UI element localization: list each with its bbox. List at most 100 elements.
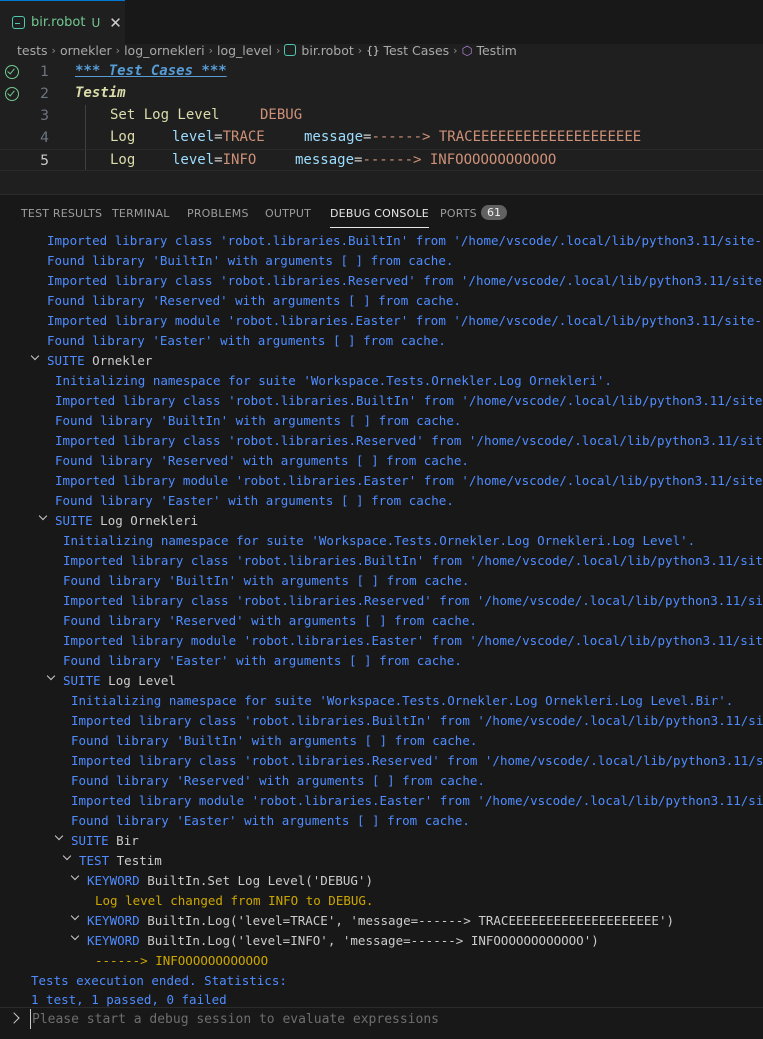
bottom-panel: TEST RESULTS TERMINAL PROBLEMS OUTPUT DE… <box>0 194 763 1039</box>
tab-modified-indicator: U <box>91 15 101 30</box>
named-argument: level=INFO <box>172 152 256 168</box>
breadcrumb-item-log-level[interactable]: log_level <box>217 43 272 58</box>
console-group-test-testim[interactable]: TEST Testim <box>63 851 162 871</box>
code-line-1[interactable]: 1 *** Test Cases *** <box>0 61 763 83</box>
breadcrumb-item-log-ornekleri[interactable]: log_ornekleri <box>124 43 205 58</box>
keyword-call: BuiltIn.Set Log Level('DEBUG') <box>147 873 373 888</box>
console-line: Found library 'BuiltIn' with arguments [… <box>47 253 454 268</box>
chevron-down-icon[interactable] <box>71 913 81 923</box>
test-passed-icon[interactable] <box>5 87 19 101</box>
tab-test-results[interactable]: TEST RESULTS <box>21 207 102 220</box>
console-line-debug: Log level changed from INFO to DEBUG. <box>95 893 374 908</box>
console-line: Imported library class 'robot.libraries.… <box>71 753 763 768</box>
code-editor[interactable]: 1 *** Test Cases *** 2 Testim 3 Set Log … <box>0 61 763 173</box>
chevron-down-icon[interactable] <box>39 513 49 523</box>
tab-filename: bir.robot <box>31 15 86 30</box>
chevron-down-icon[interactable] <box>55 833 65 843</box>
tab-ports[interactable]: PORTS <box>440 207 477 220</box>
console-line: Imported library module 'robot.libraries… <box>55 473 763 488</box>
editor-tab-strip: bir.robot U ✕ <box>0 0 763 44</box>
keyword-label: KEYWORD <box>87 933 140 948</box>
line-number: 2 <box>40 86 49 102</box>
breadcrumb-item-bir-robot[interactable]: bir.robot <box>301 43 353 58</box>
console-line: Imported library module 'robot.libraries… <box>63 633 763 648</box>
arg-name: level <box>172 152 215 168</box>
suite-name: Log Ornekleri <box>100 513 199 528</box>
debug-console-input[interactable] <box>30 1009 754 1029</box>
code-line-2[interactable]: 2 Testim <box>0 83 763 105</box>
breadcrumb-item-tests[interactable]: tests <box>17 43 48 58</box>
console-line-info: ------> INFOOOOOOOOOOOO <box>95 953 269 968</box>
console-group-keyword[interactable]: KEYWORD BuiltIn.Log('level=INFO', 'messa… <box>71 931 599 951</box>
suite-label: SUITE <box>63 673 101 688</box>
test-passed-icon[interactable] <box>5 65 19 79</box>
keyword-set-log-level: Set Log Level <box>110 107 220 123</box>
chevron-down-icon[interactable] <box>47 673 57 683</box>
chevron-right-icon: › <box>453 43 458 57</box>
debug-console-output[interactable]: Imported library class 'robot.libraries.… <box>0 231 763 1007</box>
console-line: Initializing namespace for suite 'Worksp… <box>55 373 612 388</box>
console-line: Imported library class 'robot.libraries.… <box>55 433 763 448</box>
chevron-down-icon[interactable] <box>63 853 73 863</box>
console-line: Found library 'Reserved' with arguments … <box>55 453 469 468</box>
keyword-call: BuiltIn.Log('level=TRACE', 'message=----… <box>147 913 675 928</box>
code-line-4[interactable]: 4 Log level=TRACE message=------> TRACEE… <box>0 127 763 149</box>
keyword-label: KEYWORD <box>87 913 140 928</box>
console-line: Imported library class 'robot.libraries.… <box>47 233 763 248</box>
keyword-label: KEYWORD <box>87 873 140 888</box>
console-line: Found library 'Reserved' with arguments … <box>71 773 485 788</box>
console-line: Imported library class 'robot.libraries.… <box>47 273 763 288</box>
console-group-suite-bir[interactable]: SUITE Bir <box>55 831 139 851</box>
console-group-suite-log-ornekleri[interactable]: SUITE Log Ornekleri <box>39 511 198 531</box>
console-line: Imported library module 'robot.libraries… <box>47 313 763 328</box>
arg-value: INFO <box>222 152 257 168</box>
chevron-down-icon[interactable] <box>71 873 81 883</box>
ports-count-badge: 61 <box>481 205 507 220</box>
breadcrumb-item-test-cases[interactable]: Test Cases <box>383 43 449 58</box>
close-icon[interactable]: ✕ <box>109 14 122 32</box>
chevron-right-icon: › <box>115 43 121 57</box>
keyword-log: Log <box>110 152 136 168</box>
tab-debug-console[interactable]: DEBUG CONSOLE <box>330 207 429 228</box>
console-line: Found library 'BuiltIn' with arguments [… <box>63 573 470 588</box>
breadcrumb-item-testim[interactable]: Testim <box>476 43 516 58</box>
test-label: TEST <box>79 853 110 868</box>
debug-console-input-row <box>0 1007 763 1030</box>
tab-output[interactable]: OUTPUT <box>265 207 311 220</box>
arg-name: message <box>295 152 355 168</box>
console-line: Found library 'Easter' with arguments [ … <box>47 333 446 348</box>
console-group-keyword[interactable]: KEYWORD BuiltIn.Log('level=TRACE', 'mess… <box>71 911 674 931</box>
suite-name: Log Level <box>108 673 176 688</box>
console-group-keyword[interactable]: KEYWORD BuiltIn.Set Log Level('DEBUG') <box>71 871 373 891</box>
tab-terminal[interactable]: TERMINAL <box>112 207 170 220</box>
chevron-right-icon: › <box>208 43 213 57</box>
console-group-suite-ornekler[interactable]: SUITE Ornekler <box>31 351 152 371</box>
code-line-5[interactable]: 5 Log level=INFO message=------> INFOOOO… <box>0 149 763 171</box>
tab-problems[interactable]: PROBLEMS <box>187 207 249 220</box>
breadcrumb-item-ornekler[interactable]: ornekler <box>60 43 112 58</box>
keyword-log: Log <box>110 129 136 145</box>
chevron-down-icon[interactable] <box>71 933 81 943</box>
console-line: Imported library module 'robot.libraries… <box>71 793 763 808</box>
chevron-right-icon: › <box>357 43 363 57</box>
line-number: 5 <box>40 153 49 169</box>
console-line: Found library 'BuiltIn' with arguments [… <box>71 733 478 748</box>
robot-file-icon <box>12 16 25 29</box>
editor-tab-bir-robot[interactable]: bir.robot U ✕ <box>0 0 125 44</box>
panel-tab-bar: TEST RESULTS TERMINAL PROBLEMS OUTPUT DE… <box>0 195 763 233</box>
code-line-3[interactable]: 3 Set Log Level DEBUG <box>0 105 763 127</box>
chevron-down-icon[interactable] <box>31 353 41 363</box>
named-argument: message=------> INFOOOOOOOOOOOO <box>295 152 556 168</box>
console-group-suite-log-level[interactable]: SUITE Log Level <box>47 671 176 691</box>
named-argument: message=------> TRACEEEEEEEEEEEEEEEEEEEE <box>304 129 641 145</box>
chevron-right-icon <box>8 1012 20 1024</box>
cube-icon: ⬡ <box>461 42 473 58</box>
console-line: Found library 'Reserved' with arguments … <box>63 613 477 628</box>
console-line: Imported library class 'robot.libraries.… <box>63 553 763 568</box>
keyword-argument: DEBUG <box>260 107 303 123</box>
console-line: Initializing namespace for suite 'Worksp… <box>63 533 696 548</box>
console-line: Found library 'Easter' with arguments [ … <box>55 493 454 508</box>
suite-name: Ornekler <box>92 353 153 368</box>
suite-name: Bir <box>116 833 139 848</box>
console-line: Imported library class 'robot.libraries.… <box>63 593 763 608</box>
